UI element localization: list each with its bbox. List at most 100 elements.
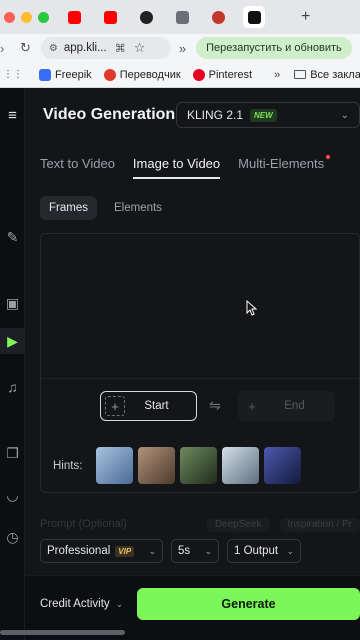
apps-grid-icon[interactable]: ⋮⋮: [3, 69, 23, 80]
plus-icon: +: [105, 396, 125, 416]
reload-icon[interactable]: ↻: [20, 40, 31, 56]
chevron-down-icon: ⌄: [204, 545, 212, 556]
tab-multi-elements[interactable]: Multi-Elements: [238, 155, 331, 179]
close-window-icon[interactable]: [4, 11, 15, 23]
tab-youtube-2[interactable]: [99, 6, 121, 28]
credit-label: Credit Activity: [40, 598, 110, 610]
youtube-icon: [103, 10, 117, 24]
end-frame-button[interactable]: + End: [238, 391, 335, 421]
chevron-down-icon: ⌄: [286, 545, 294, 556]
end-label: End: [284, 400, 305, 412]
model-name: KLING 2.1: [187, 108, 244, 122]
horizontal-scrollbar[interactable]: [0, 630, 125, 635]
credit-activity-button[interactable]: Credit Activity ⌄: [40, 598, 123, 610]
hint-thumbnail-5[interactable]: [264, 447, 302, 484]
deepseek-pill[interactable]: DeepSeek: [206, 518, 270, 532]
raccoon-icon: [175, 10, 189, 24]
site-info-icon[interactable]: ⚙: [49, 43, 58, 54]
tab-p[interactable]: [135, 6, 157, 28]
url-text: app.kli...: [63, 42, 107, 54]
tab-text-to-video[interactable]: Text to Video: [40, 156, 115, 179]
subtabs: Frames Elements: [40, 196, 171, 220]
star-icon[interactable]: ☆: [134, 40, 146, 56]
subtab-frames[interactable]: Frames: [40, 196, 97, 220]
url-field[interactable]: ⚙ app.kli... ⌘ ☆: [40, 37, 171, 59]
model-select[interactable]: KLING 2.1 NEW ⌄: [176, 102, 360, 128]
vip-badge: VIP: [115, 546, 135, 557]
bookmark-label: Pinterest: [208, 68, 253, 81]
subtab-elements[interactable]: Elements: [105, 196, 171, 220]
generate-button[interactable]: Generate: [137, 588, 360, 620]
restart-update-label: Перезапустить и обновить: [206, 42, 342, 54]
settings-row: Professional VIP ⌄ 5s ⌄ 1 Output ⌄: [40, 539, 301, 563]
app-icon: [211, 10, 225, 24]
duration-select[interactable]: 5s ⌄: [171, 539, 219, 563]
assets-icon[interactable]: ❐: [0, 440, 25, 466]
mode-select[interactable]: Professional VIP ⌄: [40, 539, 163, 563]
tab-raccoon[interactable]: [171, 6, 193, 28]
frames-box: + Start ⇋ + End Hints:: [40, 233, 360, 493]
audio-icon[interactable]: ♫: [0, 374, 25, 400]
bookmark-pinterest[interactable]: Pinterest: [192, 68, 253, 81]
restart-update-button[interactable]: Перезапустить и обновить: [196, 37, 352, 59]
hints-label: Hints:: [53, 459, 83, 472]
extensions-more-icon[interactable]: »: [179, 41, 186, 56]
hint-thumbnail-3[interactable]: [180, 447, 218, 484]
brush-icon[interactable]: ✎: [0, 224, 25, 250]
image-upload-area[interactable]: [41, 234, 360, 379]
bookmark-translator[interactable]: Переводчик: [103, 68, 181, 81]
start-label: Start: [144, 400, 169, 412]
tab-youtube-1[interactable]: [63, 6, 85, 28]
kling-icon: [247, 10, 261, 24]
prompt-label: Prompt (Optional): [40, 518, 127, 530]
all-bookmarks-folder[interactable]: Все закладки: [294, 69, 360, 81]
hint-thumbnail-2[interactable]: [138, 447, 176, 484]
lips-icon[interactable]: ◡: [0, 482, 25, 508]
start-frame-button[interactable]: + Start: [100, 391, 197, 421]
tab-multi-elements-label: Multi-Elements: [238, 156, 325, 171]
history-icon[interactable]: ◷: [0, 524, 25, 550]
all-bookmarks-label: Все закладки: [310, 68, 360, 81]
bookmarks-bar: ⋮⋮ Freepik Переводчик Pinterest » Все за…: [0, 62, 360, 88]
page-title: Video Generation: [43, 106, 176, 123]
bookmarks-more-button[interactable]: »: [274, 69, 280, 81]
tab-app[interactable]: [207, 6, 229, 28]
video-icon[interactable]: ▶: [0, 328, 25, 354]
mode-label: Professional: [47, 545, 111, 557]
generation-panel: Video Generation KLING 2.1 NEW ⌄ Text to…: [25, 88, 360, 640]
image-icon[interactable]: ▣: [0, 290, 25, 316]
forward-icon[interactable]: ›: [0, 41, 10, 56]
folder-icon: [294, 70, 307, 79]
inspiration-pill[interactable]: Inspiration / Pr: [279, 518, 360, 532]
address-bar: › ↻ ⚙ app.kli... ⌘ ☆ » Перезапустить и о…: [0, 34, 360, 62]
mode-value: Professional VIP: [47, 545, 135, 557]
hints-row: Hints:: [53, 447, 306, 484]
app-root: ≡ ✎ ▣ ▶ ♫ ❐ ◡ ◷ Video Generation KLING 2…: [0, 88, 360, 640]
hint-thumbnail-1[interactable]: [96, 447, 134, 484]
bookmark-freepik[interactable]: Freepik: [39, 68, 92, 81]
youtube-icon: [67, 10, 81, 24]
minimize-window-icon[interactable]: [21, 11, 32, 23]
tab-kling[interactable]: [243, 6, 265, 28]
notification-dot: [326, 155, 331, 159]
outputs-value: 1 Output: [234, 545, 279, 557]
browser-tabstrip: +: [0, 0, 360, 34]
chevron-down-icon: ⌄: [340, 109, 349, 121]
new-tab-button[interactable]: +: [301, 8, 310, 26]
maximize-window-icon[interactable]: [38, 11, 49, 23]
translate-icon[interactable]: ⌘: [115, 42, 126, 55]
plus-icon: +: [248, 398, 256, 414]
new-badge: NEW: [250, 108, 277, 122]
cursor-icon: [246, 300, 258, 316]
p-icon: [139, 10, 153, 24]
tab-image-to-video[interactable]: Image to Video: [132, 156, 221, 179]
menu-icon[interactable]: ≡: [0, 102, 25, 128]
mode-tabs: Text to Video Image to Video Multi-Eleme…: [40, 155, 342, 179]
chevron-down-icon: ⌄: [148, 545, 156, 556]
bookmark-label: Переводчик: [119, 68, 181, 81]
hint-thumbnail-4[interactable]: [222, 447, 260, 484]
prompt-row-faded: Prompt (Optional) DeepSeek Inspiration /…: [40, 518, 360, 532]
swap-icon[interactable]: ⇋: [209, 397, 221, 414]
outputs-select[interactable]: 1 Output ⌄: [227, 539, 301, 563]
chevron-down-icon: ⌄: [115, 599, 124, 609]
